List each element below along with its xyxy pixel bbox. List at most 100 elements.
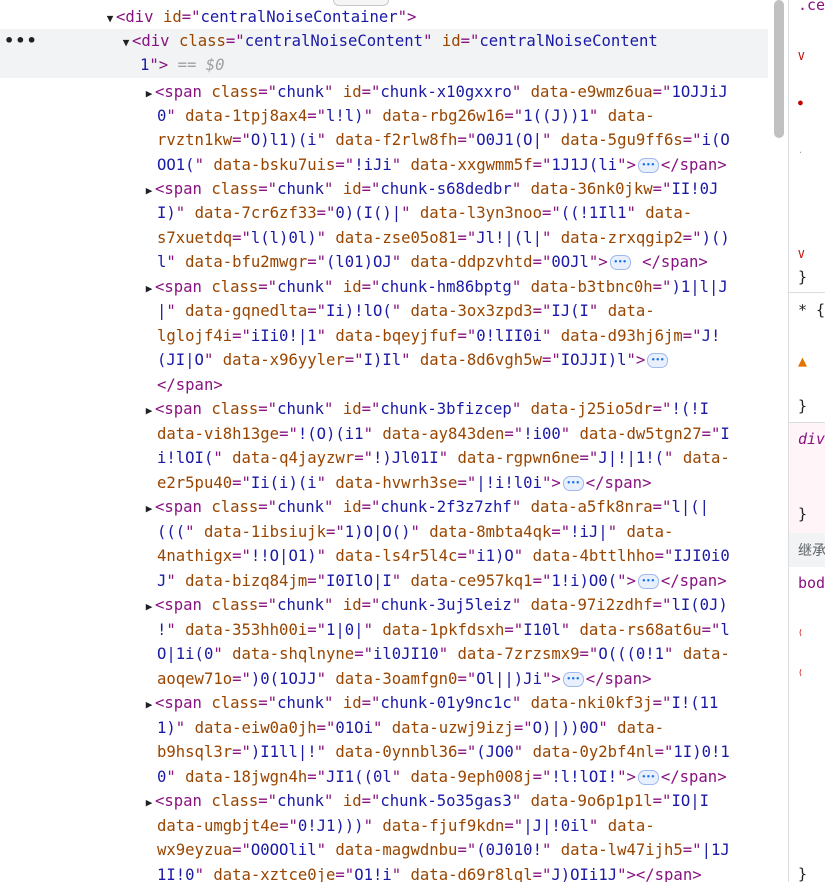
attribute-value[interactable]: J|!|1!( <box>598 449 664 467</box>
attribute-value[interactable]: O(((0!1 <box>598 645 664 663</box>
more-options-button[interactable]: ••• <box>4 29 38 53</box>
attribute-value[interactable]: !l!lOI! <box>551 768 617 786</box>
attribute-value[interactable]: I)Il <box>364 351 402 369</box>
expand-triangle-icon[interactable]: ▶ <box>143 791 155 815</box>
attribute-value[interactable]: 1) <box>157 719 176 737</box>
node-line[interactable]: lglojf4i="iIi0!|1" data-bqeyjfuf="0!lII0… <box>0 324 788 348</box>
attribute-value[interactable]: )I1ll|! <box>251 743 317 761</box>
root-id-value[interactable]: centralNoiseContainer <box>201 8 398 26</box>
content-class-value[interactable]: centralNoiseContent <box>245 32 423 50</box>
attribute-value[interactable]: 1I!0 <box>157 866 195 882</box>
node-line[interactable]: e2r5pu40="Ii(i)(i" data-hvwrh3se="|!i!l0… <box>0 471 788 495</box>
node-line[interactable]: ▶ <span class="chunk" id="chunk-hm86bptg"… <box>0 275 788 301</box>
attribute-value[interactable]: 01Oi <box>335 719 373 737</box>
node-line[interactable]: l" data-bfu2mwgr="(l01)OJ" data-ddpzvhtd… <box>0 250 788 274</box>
attribute-value[interactable]: )1|l|J <box>671 278 727 296</box>
attribute-value[interactable]: |J|!0il <box>523 817 589 835</box>
styles-div-selector[interactable]: div <box>798 430 825 448</box>
styles-body-selector[interactable]: bod <box>798 574 825 592</box>
node-line[interactable]: ▶ <span class="chunk" id="chunk-3bfizcep"… <box>0 397 788 423</box>
attribute-value[interactable]: I10l <box>523 621 561 639</box>
attribute-value[interactable]: i1)O <box>476 547 514 565</box>
attribute-value[interactable]: i!lOI( <box>157 449 213 467</box>
styles-universal-selector[interactable]: * { <box>798 301 825 319</box>
node-line[interactable]: rvztn1kw="O)l1)(i" data-f2rlw8fh="O0J1(O… <box>0 128 788 152</box>
node-line[interactable]: s7xuetdq="l(l)0l)" data-zse05o81="Jl!|(l… <box>0 226 788 250</box>
node-line[interactable]: ▶ <span class="chunk" id="chunk-x10gxxro"… <box>0 80 788 106</box>
styles-selector-top[interactable]: .ce <box>798 0 825 14</box>
ellipsis-badge[interactable]: ••• <box>637 574 659 589</box>
node-line[interactable]: data-vi8h13ge="!(O)(i1" data-ay843den="!… <box>0 422 788 446</box>
node-line[interactable]: data-umgbjt4e="0!J1)))" data-fjuf9kdn="|… <box>0 814 788 838</box>
attribute-value[interactable]: !iJi <box>354 156 392 174</box>
ellipsis-badge[interactable]: ••• <box>647 353 669 368</box>
node-line[interactable]: OO1(" data-bsku7uis="!iJi" data-xxgwmm5f… <box>0 153 788 177</box>
attribute-value[interactable]: 0OJl <box>551 253 589 271</box>
attribute-value[interactable]: I) <box>157 204 176 222</box>
ellipsis-badge[interactable]: ••• <box>562 672 584 687</box>
attribute-value[interactable]: chunk-x10gxxro <box>380 83 511 101</box>
attribute-value[interactable]: l <box>157 253 166 271</box>
attribute-value[interactable]: )0(1OJJ <box>251 670 317 688</box>
node-line[interactable]: ▶ <span class="chunk" id="chunk-2f3z7zhf"… <box>0 495 788 521</box>
attribute-value[interactable]: 0!J1))) <box>298 817 364 835</box>
node-line[interactable]: ▶ <span class="chunk" id="chunk-s68dedbr"… <box>0 177 788 203</box>
attribute-value[interactable]: !iJ| <box>570 523 608 541</box>
attribute-value[interactable]: IJ(I <box>551 302 589 320</box>
attribute-value[interactable]: J <box>157 572 166 590</box>
ellipsis-badge[interactable]: ••• <box>609 255 631 270</box>
attribute-value[interactable]: chunk <box>277 694 324 712</box>
content-id-value-wrap[interactable]: 1 <box>140 56 149 74</box>
attribute-value[interactable]: chunk-3uj5leiz <box>380 596 511 614</box>
attribute-value[interactable]: !!O|O1) <box>251 547 317 565</box>
scrollbar-thumb[interactable] <box>774 0 784 138</box>
attribute-value[interactable]: chunk <box>277 83 324 101</box>
node-line[interactable]: O|1i(0" data-shqlnyne="il0JI10" data-7zr… <box>0 642 788 666</box>
attribute-value[interactable]: 1)O|O() <box>345 523 411 541</box>
attribute-value[interactable]: chunk <box>277 400 324 418</box>
expand-triangle-icon[interactable]: ▶ <box>143 179 155 203</box>
collapse-triangle-icon[interactable]: ▼ <box>120 31 132 55</box>
node-line[interactable]: (((" data-1ibsiujk="1)O|O()" data-8mbta4… <box>0 520 788 544</box>
attribute-value[interactable]: )() <box>702 229 730 247</box>
attribute-value[interactable]: chunk <box>277 596 324 614</box>
node-line[interactable]: I)" data-7cr6zf33="0)(I()|" data-l3yn3no… <box>0 201 788 225</box>
attribute-value[interactable]: chunk <box>277 498 324 516</box>
attribute-value[interactable]: (l01)OJ <box>326 253 392 271</box>
node-line[interactable]: </span> <box>0 373 788 397</box>
attribute-value[interactable]: !(O)(i1 <box>298 425 364 443</box>
expand-triangle-icon[interactable]: ▶ <box>143 82 155 106</box>
attribute-value[interactable]: Ol||)Ji <box>476 670 542 688</box>
attribute-value[interactable]: ((( <box>157 523 185 541</box>
attribute-value[interactable]: 0 <box>157 768 166 786</box>
attribute-value[interactable]: chunk-01y9nc1c <box>380 694 511 712</box>
node-central-noise-container[interactable]: ▼ <div id="centralNoiseContainer"> <box>0 5 788 31</box>
attribute-value[interactable]: O|1i(0 <box>157 645 213 663</box>
attribute-value[interactable]: O1!i <box>354 866 392 882</box>
attribute-value[interactable]: |!i!l0i <box>476 474 542 492</box>
attribute-value[interactable]: I0IlO|I <box>326 572 392 590</box>
attribute-value[interactable]: lI(0J) <box>671 596 727 614</box>
attribute-value[interactable]: IO|I <box>671 792 709 810</box>
attribute-value[interactable]: IJI0i0 <box>673 547 729 565</box>
attribute-value[interactable]: 1((J))1 <box>523 107 589 125</box>
collapse-triangle-icon[interactable]: ▼ <box>104 7 116 31</box>
attribute-value[interactable]: | <box>157 302 166 320</box>
attribute-value[interactable]: 0!lII0i <box>476 327 542 345</box>
attribute-value[interactable]: (JO0 <box>476 743 514 761</box>
attribute-value[interactable]: Ii(i)(i <box>251 474 317 492</box>
node-line[interactable]: ▶ <span class="chunk" id="chunk-3uj5leiz"… <box>0 593 788 619</box>
attribute-value[interactable]: 1J1J(li <box>551 156 617 174</box>
attribute-value[interactable]: chunk-3bfizcep <box>380 400 511 418</box>
node-line[interactable]: (JI|O" data-x96yyler="I)Il" data-8d6vgh5… <box>0 348 788 372</box>
selected-node-row[interactable]: ••• ▼ <div class="centralNoiseContent" id… <box>0 29 768 78</box>
attribute-value[interactable]: 1!i)O0( <box>551 572 617 590</box>
node-line[interactable]: aoqew71o=")0(1OJJ" data-3oamfgn0="Ol||)J… <box>0 667 788 691</box>
attribute-value[interactable]: JI1((0l <box>326 768 392 786</box>
attribute-value[interactable]: 1|0| <box>326 621 364 639</box>
attribute-value[interactable]: chunk-s68dedbr <box>380 180 511 198</box>
vertical-scrollbar[interactable] <box>770 0 788 882</box>
node-line[interactable]: 1)" data-eiw0a0jh="01Oi" data-uzwj9izj="… <box>0 716 788 740</box>
attribute-value[interactable]: IOJJI)l <box>561 351 627 369</box>
attribute-value[interactable]: chunk <box>277 792 324 810</box>
